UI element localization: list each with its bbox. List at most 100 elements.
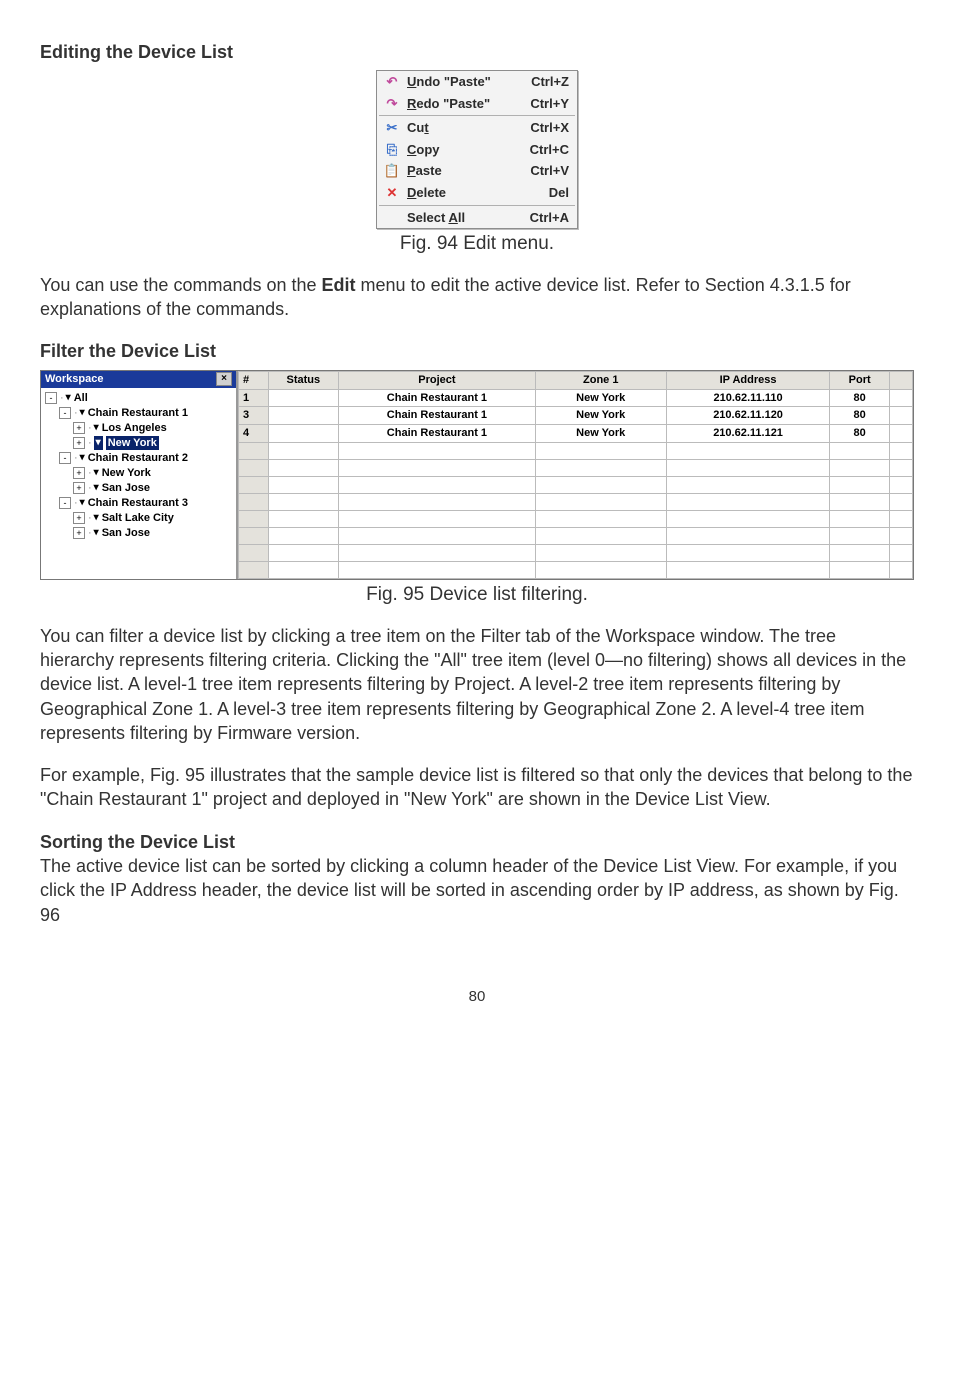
menu-label: Paste [407,162,521,180]
figure-caption-94: Fig. 94 Edit menu. [40,231,914,257]
tree-item[interactable]: -·▾Chain Restaurant 3 [45,496,232,511]
table-row [239,545,913,562]
blank-icon [383,209,401,225]
col-header-status[interactable]: Status [268,371,338,389]
cell-extra [889,407,912,425]
collapse-icon[interactable]: - [59,452,71,464]
cell-extra [889,389,912,407]
table-row [239,477,913,494]
menu-shortcut: Ctrl+A [521,209,569,227]
menu-item-select-all[interactable]: Select All Ctrl+A [377,207,577,229]
expand-icon[interactable]: + [73,482,85,494]
cell-zone1: New York [535,407,666,425]
workspace-panel: Workspace × -·▾All -·▾Chain Restaurant 1… [41,371,238,579]
menu-shortcut: Ctrl+V [521,162,569,180]
menu-label: Undo "Paste" [407,73,521,91]
tree-item-selected[interactable]: +·▾New York [45,436,232,451]
tree-item-all[interactable]: -·▾All [45,391,232,406]
filter-icon: ▾ [94,436,103,450]
table-row [239,562,913,579]
undo-icon: ↶ [383,74,401,90]
expand-icon[interactable]: + [73,437,85,449]
tree-item[interactable]: -·▾Chain Restaurant 1 [45,406,232,421]
workspace-title-bar: Workspace × [41,371,236,388]
filter-icon: ▾ [94,466,99,480]
cell-num: 1 [239,389,269,407]
tree-item[interactable]: +·▾San Jose [45,526,232,541]
filter-icon: ▾ [94,526,99,540]
filter-icon: ▾ [66,391,71,405]
collapse-icon[interactable]: - [59,407,71,419]
paragraph: The active device list can be sorted by … [40,854,914,927]
col-header-port[interactable]: Port [830,371,889,389]
tree-item[interactable]: +·▾San Jose [45,481,232,496]
edit-menu-figure: ↶ Undo "Paste" Ctrl+Z ↷ Redo "Paste" Ctr… [40,70,914,229]
menu-item-cut[interactable]: ✂ Cut Ctrl+X [377,117,577,139]
tree-item[interactable]: +·▾New York [45,466,232,481]
tree-item[interactable]: +·▾Salt Lake City [45,511,232,526]
heading-filter-device-list: Filter the Device List [40,339,914,363]
menu-item-paste[interactable]: 📋 Paste Ctrl+V [377,160,577,182]
tree-item[interactable]: -·▾Chain Restaurant 2 [45,451,232,466]
menu-item-redo[interactable]: ↷ Redo "Paste" Ctrl+Y [377,93,577,115]
col-header-extra [889,371,912,389]
filter-icon: ▾ [94,421,99,435]
cell-project: Chain Restaurant 1 [339,425,536,443]
cell-zone1: New York [535,425,666,443]
cell-status [268,407,338,425]
filter-icon: ▾ [80,451,85,465]
menu-item-delete[interactable]: ✕ Delete Del [377,182,577,204]
cell-project: Chain Restaurant 1 [339,389,536,407]
cell-num: 4 [239,425,269,443]
col-header-num[interactable]: # [239,371,269,389]
col-header-zone1[interactable]: Zone 1 [535,371,666,389]
filter-icon: ▾ [80,406,85,420]
menu-label: Delete [407,184,521,202]
menu-label: Copy [407,141,521,159]
cell-port: 80 [830,389,889,407]
menu-label: Cut [407,119,521,137]
paragraph: You can filter a device list by clicking… [40,624,914,745]
expand-icon[interactable]: + [73,512,85,524]
menu-item-copy[interactable]: ⎘ Copy Ctrl+C [377,139,577,161]
cell-zone1: New York [535,389,666,407]
menu-shortcut: Ctrl+Y [521,95,569,113]
collapse-icon[interactable]: - [45,392,57,404]
page-number: 80 [40,987,914,1007]
edit-menu: ↶ Undo "Paste" Ctrl+Z ↷ Redo "Paste" Ctr… [376,70,578,229]
close-icon[interactable]: × [216,372,232,386]
cut-icon: ✂ [383,120,401,136]
device-list-table: # Status Project Zone 1 IP Address Port … [238,371,913,579]
cell-port: 80 [830,425,889,443]
cell-project: Chain Restaurant 1 [339,407,536,425]
filter-icon: ▾ [94,481,99,495]
menu-separator [379,115,575,116]
device-list-figure: Workspace × -·▾All -·▾Chain Restaurant 1… [40,370,914,580]
table-row[interactable]: 4 Chain Restaurant 1 New York 210.62.11.… [239,425,913,443]
table-row [239,460,913,477]
figure-caption-95: Fig. 95 Device list filtering. [40,582,914,608]
expand-icon[interactable]: + [73,467,85,479]
table-row[interactable]: 1 Chain Restaurant 1 New York 210.62.11.… [239,389,913,407]
expand-icon[interactable]: + [73,422,85,434]
expand-icon[interactable]: + [73,527,85,539]
table-row[interactable]: 3 Chain Restaurant 1 New York 210.62.11.… [239,407,913,425]
menu-separator [379,205,575,206]
menu-item-undo[interactable]: ↶ Undo "Paste" Ctrl+Z [377,71,577,93]
collapse-icon[interactable]: - [59,497,71,509]
table-row [239,528,913,545]
heading-sorting-device-list: Sorting the Device List [40,830,914,854]
cell-status [268,425,338,443]
col-header-ip[interactable]: IP Address [666,371,830,389]
filter-icon: ▾ [94,511,99,525]
paragraph: For example, Fig. 95 illustrates that th… [40,763,914,812]
menu-label: Select All [407,209,521,227]
menu-shortcut: Ctrl+C [521,141,569,159]
menu-label: Redo "Paste" [407,95,521,113]
cell-port: 80 [830,407,889,425]
redo-icon: ↷ [383,96,401,112]
table-row [239,494,913,511]
tree-item[interactable]: +·▾Los Angeles [45,421,232,436]
cell-extra [889,425,912,443]
col-header-project[interactable]: Project [339,371,536,389]
